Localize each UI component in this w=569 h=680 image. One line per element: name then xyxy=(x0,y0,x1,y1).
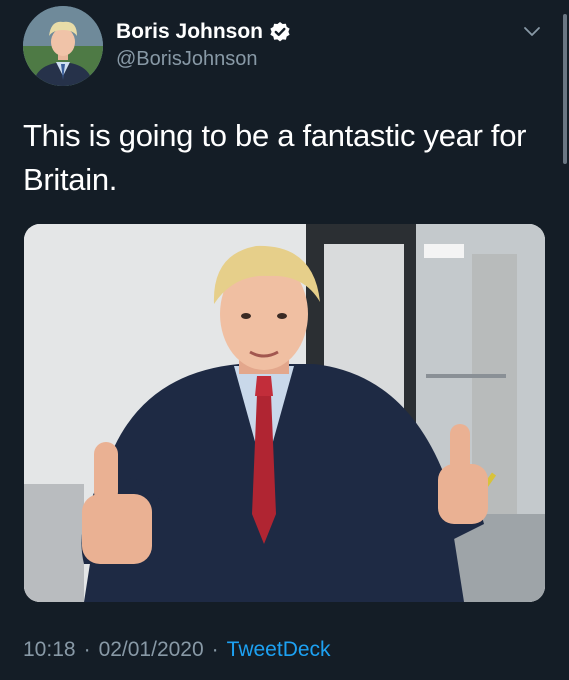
display-name[interactable]: Boris Johnson xyxy=(116,20,263,44)
tweet-meta: 10:18 · 02/01/2020 · TweetDeck xyxy=(23,638,331,662)
meta-separator: · xyxy=(211,638,219,661)
tweet-image[interactable] xyxy=(24,224,545,602)
name-row: Boris Johnson xyxy=(116,20,291,44)
meta-separator: · xyxy=(83,638,91,661)
chevron-down-icon[interactable] xyxy=(521,20,543,42)
tweet-header: Boris Johnson @BorisJohnson xyxy=(23,6,543,86)
handle[interactable]: @BorisJohnson xyxy=(116,48,257,71)
photo-man-thumbs-up-icon xyxy=(24,224,545,602)
tweet-card: Boris Johnson @BorisJohnson This is goin… xyxy=(0,0,569,680)
tweet-time[interactable]: 10:18 xyxy=(23,638,76,662)
tweet-source-link[interactable]: TweetDeck xyxy=(227,638,331,662)
tweet-text: This is going to be a fantastic year for… xyxy=(23,118,527,197)
profile-photo-icon xyxy=(23,6,103,86)
tweet-date[interactable]: 02/01/2020 xyxy=(99,638,204,662)
verified-badge-icon xyxy=(269,21,291,43)
avatar[interactable] xyxy=(23,6,103,86)
scrollbar[interactable] xyxy=(563,14,567,164)
